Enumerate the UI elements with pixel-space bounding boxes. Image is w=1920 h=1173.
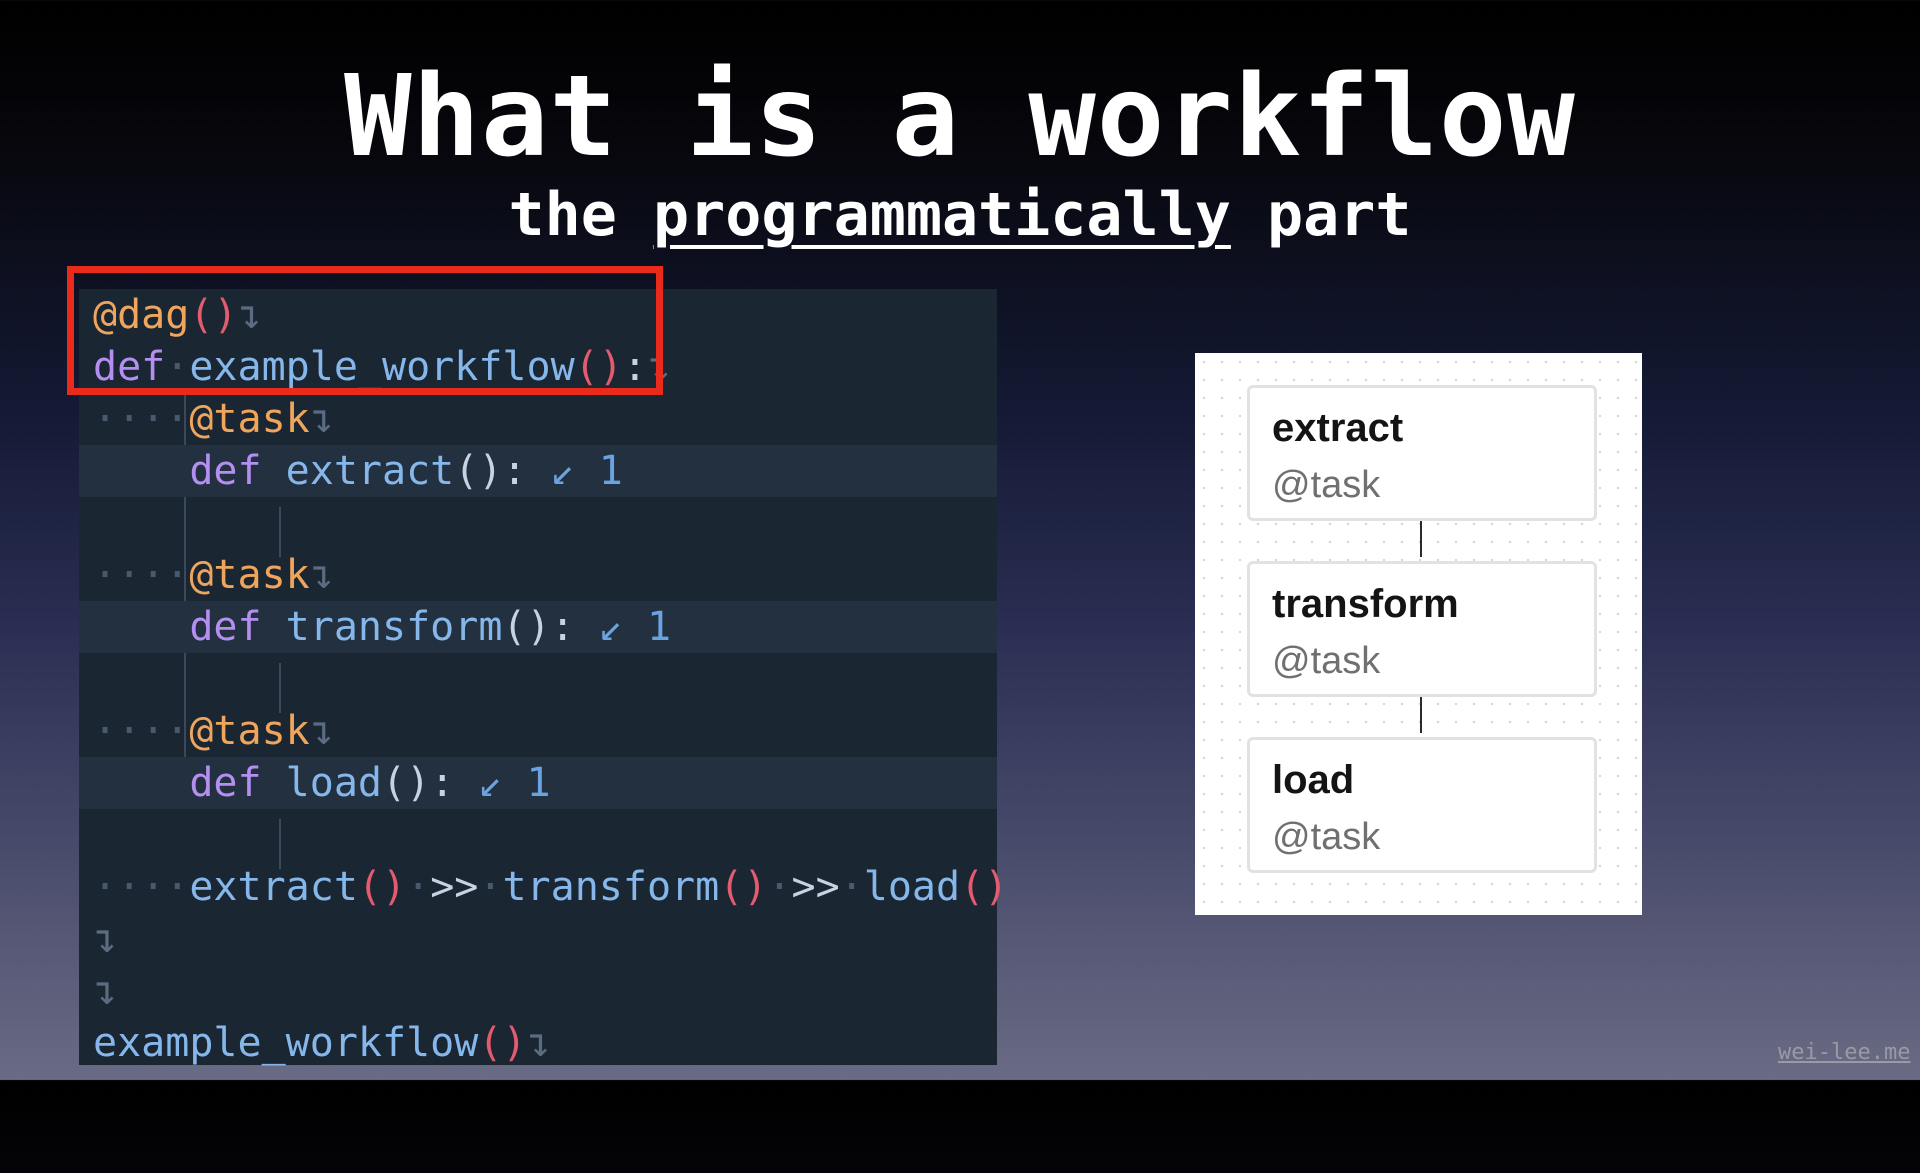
fold-badge: ↙ 1 [478, 760, 551, 806]
task-type: @task [1272, 816, 1381, 858]
task-name: extract [1272, 406, 1404, 450]
code-line: ↴ [93, 968, 118, 1014]
highlight-box [67, 266, 663, 395]
slide-subtitle: the programmatically part [0, 180, 1920, 250]
subtitle-prefix: the [508, 180, 617, 250]
subtitle-emphasis: programmatically [652, 180, 1231, 250]
fold-badge: ↙ 1 [598, 604, 672, 650]
edge-connector [1420, 521, 1422, 557]
code-line: def transform(): ↙ 1 [79, 601, 997, 653]
task-type: @task [1272, 640, 1381, 682]
code-line: ····@task↴ [93, 396, 334, 442]
task-name: load [1272, 758, 1355, 802]
task-type: @task [1272, 464, 1381, 506]
subtitle-suffix: part [1267, 180, 1412, 250]
task-node-load[interactable]: load @task [1247, 737, 1597, 873]
code-line: def load(): ↙ 1 [79, 757, 997, 809]
code-line: ····@task↴ [93, 708, 334, 754]
code-editor: @dag()↴ def·example_workflow():↴ ····@ta… [79, 289, 1009, 1066]
task-name: transform [1272, 582, 1459, 626]
fold-badge: ↙ 1 [550, 448, 623, 494]
code-line: ····extract()·>>·transform()·>>·load() [93, 864, 1009, 910]
slide-title: What is a workflow [344, 52, 1576, 182]
code-line: ↴ [93, 916, 118, 962]
task-node-extract[interactable]: extract @task [1247, 385, 1597, 521]
dag-graph: extract @task transform @task load @task [1195, 353, 1642, 915]
code-line: example_workflow()↴ [93, 1020, 551, 1066]
code-line: def extract(): ↙ 1 [79, 445, 997, 497]
watermark-link[interactable]: wei-lee.me [1778, 1040, 1910, 1065]
task-node-transform[interactable]: transform @task [1247, 561, 1597, 697]
edge-connector [1420, 697, 1422, 733]
code-line: ····@task↴ [93, 552, 334, 598]
